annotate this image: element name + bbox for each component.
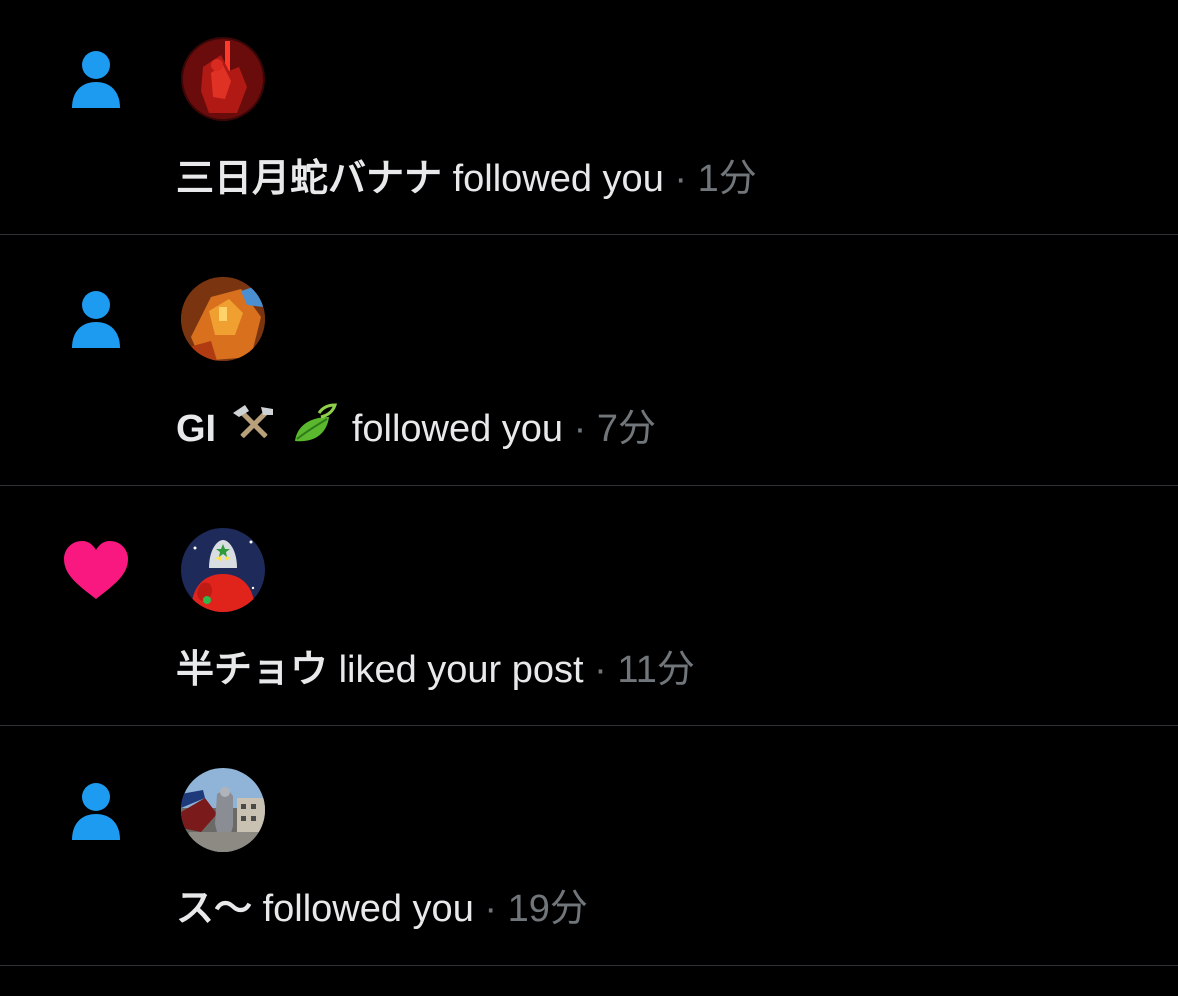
heart-icon: [58, 533, 134, 609]
timestamp: 19分: [507, 888, 588, 930]
person-icon: [58, 280, 134, 356]
notification-text: GI followed you · 7分: [176, 403, 656, 458]
user-name[interactable]: GI: [176, 408, 216, 450]
avatar[interactable]: [181, 768, 265, 852]
action-text: followed you: [351, 408, 564, 450]
separator: ·: [484, 888, 498, 930]
notification-item[interactable]: GI followed you · 7分: [0, 235, 1178, 486]
notification-text: 三日月蛇バナナ followed you · 1分: [176, 156, 757, 202]
timestamp: 1分: [697, 158, 757, 200]
avatar[interactable]: [181, 528, 265, 612]
separator: ·: [573, 408, 587, 450]
leaves-emoji: [289, 403, 341, 458]
notification-item[interactable]: 半チョウ liked your post · 11分: [0, 486, 1178, 726]
action-text: followed you: [262, 888, 474, 930]
action-text: followed you: [452, 158, 664, 200]
timestamp: 7分: [596, 408, 656, 450]
person-icon: [58, 772, 134, 848]
user-name[interactable]: 三日月蛇バナナ: [176, 158, 442, 200]
notification-item[interactable]: 三日月蛇バナナ followed you · 1分: [0, 0, 1178, 235]
notification-text: ス〜 followed you · 19分: [176, 886, 588, 932]
separator: ·: [674, 158, 688, 200]
avatar[interactable]: [181, 37, 265, 121]
person-icon: [58, 40, 134, 116]
user-name[interactable]: ス〜: [176, 888, 252, 930]
hammer-pick-emoji: [227, 403, 279, 458]
timestamp: 11分: [617, 649, 695, 691]
user-name[interactable]: 半チョウ: [176, 649, 328, 691]
action-text: liked your post: [338, 649, 584, 691]
separator: ·: [594, 649, 607, 691]
avatar[interactable]: [181, 277, 265, 361]
notification-text: 半チョウ liked your post · 11分: [176, 647, 695, 693]
notification-item[interactable]: ス〜 followed you · 19分: [0, 726, 1178, 966]
